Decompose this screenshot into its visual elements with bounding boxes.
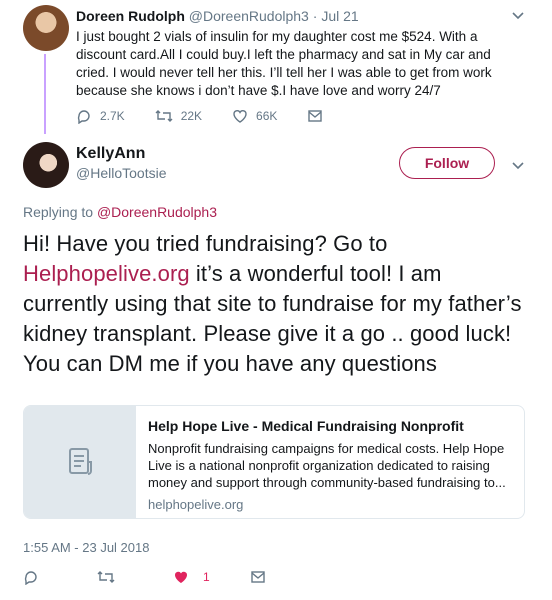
reply-author-name[interactable]: KellyAnn <box>76 145 166 163</box>
avatar-doreen[interactable] <box>23 5 69 51</box>
heart-icon <box>233 110 247 123</box>
reply-icon <box>77 110 90 124</box>
thread-connector-line <box>44 54 46 134</box>
original-author-handle[interactable]: @DoreenRudolph3 <box>189 8 309 24</box>
retweet-button[interactable] <box>97 569 123 585</box>
retweet-button[interactable]: 22K <box>155 108 202 124</box>
card-title[interactable]: Help Hope Live - Medical Fundraising Non… <box>148 418 508 434</box>
replying-to-label: Replying to <box>23 204 94 220</box>
reply-button[interactable]: 2.7K <box>76 108 125 124</box>
envelope-icon <box>308 110 323 122</box>
reply-author-block: KellyAnn @HelloTootsie <box>76 145 166 181</box>
like-count: 66K <box>256 109 278 123</box>
reply-author-handle[interactable]: @HelloTootsie <box>76 165 166 181</box>
original-author-name[interactable]: Doreen Rudolph <box>76 8 185 24</box>
tweet-timestamp[interactable]: 1:55 AM - 23 Jul 2018 <box>23 540 149 555</box>
avatar-kellyann[interactable] <box>23 142 69 188</box>
helphopelive-link[interactable]: Helphopelive.org <box>23 261 190 286</box>
original-tweet-date[interactable]: Jul 21 <box>321 8 358 24</box>
original-tweet-actions: 2.7K 22K 66K <box>76 108 361 124</box>
link-preview-card[interactable]: Help Hope Live - Medical Fundraising Non… <box>23 405 525 519</box>
replying-to-line: Replying to @DoreenRudolph3 <box>23 204 217 220</box>
original-separator: · <box>312 8 318 24</box>
document-icon <box>69 448 92 475</box>
like-button[interactable]: 1 <box>173 569 210 585</box>
card-thumbnail <box>24 406 136 518</box>
card-domain: helphopelive.org <box>148 497 244 512</box>
chevron-down-icon[interactable] <box>510 158 526 174</box>
envelope-icon <box>250 571 265 583</box>
dm-button[interactable] <box>307 108 331 124</box>
reply-tweet-actions: 1 <box>23 567 283 587</box>
retweet-icon <box>155 110 173 122</box>
replying-to-handle-link[interactable]: @DoreenRudolph3 <box>97 204 217 220</box>
card-body: Help Hope Live - Medical Fundraising Non… <box>148 418 508 512</box>
retweet-count: 22K <box>180 109 203 123</box>
original-tweet-text: I just bought 2 vials of insulin for my … <box>76 29 492 98</box>
follow-button[interactable]: Follow <box>399 147 495 179</box>
reply-icon <box>24 571 37 585</box>
reply-count: 2.7K <box>100 109 125 123</box>
dm-button[interactable] <box>250 569 274 585</box>
like-button[interactable]: 66K <box>232 108 277 124</box>
like-count: 1 <box>203 570 210 584</box>
chevron-down-icon[interactable] <box>510 8 526 24</box>
retweet-icon <box>97 571 115 583</box>
reply-button[interactable] <box>23 569 47 585</box>
original-tweet-header: Doreen Rudolph @DoreenRudolph3 · Jul 21 <box>76 8 359 24</box>
reply-tweet-text: Hi! Have you tried fundraising? Go to He… <box>23 229 533 379</box>
heart-icon <box>174 571 188 583</box>
card-description: Nonprofit fundraising campaigns for medi… <box>148 441 506 490</box>
reply-text-before-link: Hi! Have you tried fundraising? Go to <box>23 231 388 256</box>
